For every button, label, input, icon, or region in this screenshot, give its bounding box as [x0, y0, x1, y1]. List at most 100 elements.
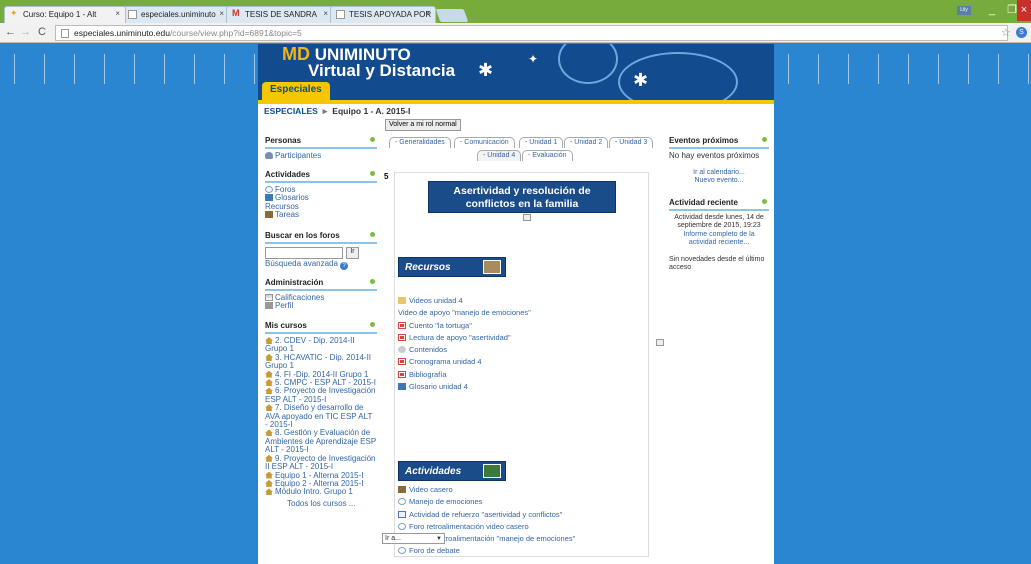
- close-tab-icon[interactable]: ×: [219, 9, 224, 18]
- tab-unidad-2[interactable]: - Unidad 2: [564, 137, 609, 148]
- resource-link[interactable]: Glosario unidad 4: [398, 381, 638, 393]
- block-search-forums: Buscar en los foros Ir Búsqueda avanzada…: [265, 231, 377, 270]
- url-input[interactable]: especiales.uniminuto.edu/course/view.php…: [55, 25, 1008, 41]
- browser-tab[interactable]: TESIS APOYADA POR ×: [330, 6, 436, 23]
- block-personas: Personas Participantes: [265, 136, 377, 160]
- resource-link[interactable]: Cuento "la tortuga": [398, 320, 638, 332]
- reload-icon[interactable]: C: [38, 26, 46, 38]
- glossary-icon: [265, 194, 273, 202]
- block-toggle-icon[interactable]: [370, 322, 375, 327]
- resource-link[interactable]: Videos unidad 4: [398, 295, 638, 307]
- tab-generalidades[interactable]: - Generalidades: [389, 137, 451, 148]
- activity-since-text: Actividad desde lunes, 14 de septiembre …: [674, 213, 764, 230]
- all-courses-link[interactable]: Todos los cursos ...: [287, 499, 377, 508]
- block-toggle-icon[interactable]: [370, 137, 375, 142]
- calendar-link[interactable]: Ir al calendario...: [693, 169, 745, 176]
- browser-titlebar: ✦ Curso: Equipo 1 - Alt × especiales.uni…: [0, 0, 1031, 23]
- no-events-text: No hay eventos próximos: [669, 151, 760, 160]
- assignments-link[interactable]: Tareas: [265, 211, 377, 219]
- course-icon: [265, 353, 273, 361]
- page-icon: [656, 339, 664, 346]
- bookmark-star-icon[interactable]: ☆: [1001, 26, 1011, 39]
- activity-link[interactable]: Actividad de refuerzo "asertividad y con…: [398, 509, 638, 521]
- page-info-icon: [61, 29, 69, 38]
- help-icon[interactable]: ?: [340, 262, 349, 270]
- background-right: [774, 44, 1031, 564]
- search-go-button[interactable]: Ir: [346, 247, 359, 259]
- block-toggle-icon[interactable]: [370, 171, 375, 176]
- page-favicon-icon: [128, 10, 137, 19]
- folder-icon: [398, 297, 406, 304]
- return-role-button[interactable]: Volver a mi rol normal: [385, 119, 461, 131]
- participants-icon: [265, 152, 273, 159]
- full-report-link[interactable]: Informe completo de la actividad recient…: [683, 231, 754, 247]
- browser-tab[interactable]: ✦ Curso: Equipo 1 - Alt ×: [4, 6, 126, 23]
- no-news-text: Sin novedades desde el último acceso: [669, 255, 765, 272]
- jump-to-select[interactable]: Ir a... ▼: [382, 533, 445, 544]
- browser-tab[interactable]: M TESIS DE SANDRA ×: [226, 6, 334, 23]
- course-link[interactable]: 9. Proyecto de Investigación II ESP ALT …: [265, 454, 377, 472]
- moodle-favicon-icon: ✦: [10, 8, 18, 18]
- resource-link[interactable]: Video de apoyo "manejo de emociones": [398, 307, 664, 346]
- activity-link[interactable]: Foro retroalimentación video casero: [398, 521, 638, 533]
- course-link[interactable]: 8. Gestión y Evaluación de Ambientes de …: [265, 429, 377, 454]
- block-recent-activity: Actividad reciente Actividad desde lunes…: [669, 198, 769, 273]
- category-tab[interactable]: Especiales: [262, 82, 330, 100]
- close-tab-icon[interactable]: ×: [323, 9, 328, 18]
- block-toggle-icon[interactable]: [762, 137, 767, 142]
- profile-link[interactable]: Perfil: [265, 302, 377, 310]
- pdf-icon: [398, 358, 406, 366]
- chevron-down-icon: ▼: [436, 536, 442, 542]
- resource-link[interactable]: Cronograma unidad 4: [398, 356, 638, 368]
- activities-list: Video casero Manejo de emociones Activid…: [398, 484, 638, 558]
- resource-link[interactable]: Bibliografía: [398, 369, 638, 381]
- course-link[interactable]: 7. Diseño y desarrollo de AVA apoyado en…: [265, 404, 377, 429]
- extension-icon[interactable]: S: [1016, 27, 1027, 38]
- star-icon: ✱: [633, 70, 649, 90]
- forum-search-input[interactable]: [265, 247, 343, 259]
- course-icon: [265, 454, 273, 462]
- pdf-icon: [398, 333, 406, 341]
- activity-link[interactable]: Manejo de emociones: [398, 496, 638, 508]
- pdf-icon: [398, 370, 406, 378]
- close-tab-icon[interactable]: ×: [425, 9, 430, 18]
- breadcrumb: ESPECIALES ► Equipo 1 - A. 2015-I: [264, 106, 411, 116]
- new-tab-button[interactable]: [435, 9, 469, 22]
- close-tab-icon[interactable]: ×: [115, 9, 120, 18]
- star-icon: ✦: [528, 52, 539, 66]
- tab-unidad-4[interactable]: - Unidad 4: [477, 150, 522, 161]
- page-favicon-icon: [336, 10, 345, 19]
- block-toggle-icon[interactable]: [370, 232, 375, 237]
- user-badge[interactable]: Lily: [957, 6, 971, 15]
- course-link[interactable]: Módulo Intro. Grupo 1: [265, 488, 377, 496]
- course-link[interactable]: 3. HCAVATIC - Dip. 2014-II Grupo 1: [265, 353, 377, 371]
- star-icon: ✱: [478, 60, 494, 80]
- participants-link[interactable]: Participantes: [265, 151, 377, 160]
- advanced-search-link[interactable]: Búsqueda avanzada ?: [265, 259, 377, 270]
- back-icon[interactable]: ←: [5, 26, 16, 38]
- background-left: [0, 44, 258, 564]
- box-image-icon: [483, 260, 501, 274]
- block-upcoming-events: Eventos próximos No hay eventos próximos…: [669, 136, 769, 186]
- block-toggle-icon[interactable]: [762, 198, 767, 204]
- tab-evaluacion[interactable]: - Evaluación: [522, 150, 573, 161]
- course-link[interactable]: 6. Proyecto de Investigación ESP ALT - 2…: [265, 387, 377, 404]
- resource-link[interactable]: Lectura de apoyo "asertividad": [398, 332, 638, 344]
- activity-link[interactable]: Video casero: [398, 484, 638, 496]
- course-icon: [265, 429, 273, 437]
- recursos-header: Recursos: [398, 257, 506, 277]
- tab-unidad-1[interactable]: - Unidad 1: [519, 137, 564, 148]
- activity-link[interactable]: Foro de debate: [398, 545, 638, 557]
- course-link[interactable]: 2. CDEV - Dip. 2014-II Grupo 1: [265, 336, 377, 354]
- site-logo[interactable]: MD UNIMINUTO Virtual y Distancia: [282, 45, 455, 79]
- block-toggle-icon[interactable]: [370, 279, 375, 284]
- browser-tab[interactable]: especiales.uniminuto ×: [122, 6, 230, 23]
- forward-icon[interactable]: →: [20, 26, 31, 38]
- resource-link[interactable]: Contenidos: [398, 344, 638, 356]
- tab-comunicacion[interactable]: - Comunicación: [454, 137, 515, 148]
- new-event-link[interactable]: Nuevo evento...: [694, 177, 743, 184]
- breadcrumb-root-link[interactable]: ESPECIALES: [264, 106, 318, 116]
- close-window-icon[interactable]: ×: [1017, 0, 1031, 21]
- tab-unidad-3[interactable]: - Unidad 3: [609, 137, 654, 148]
- right-column: Eventos próximos No hay eventos próximos…: [669, 136, 769, 273]
